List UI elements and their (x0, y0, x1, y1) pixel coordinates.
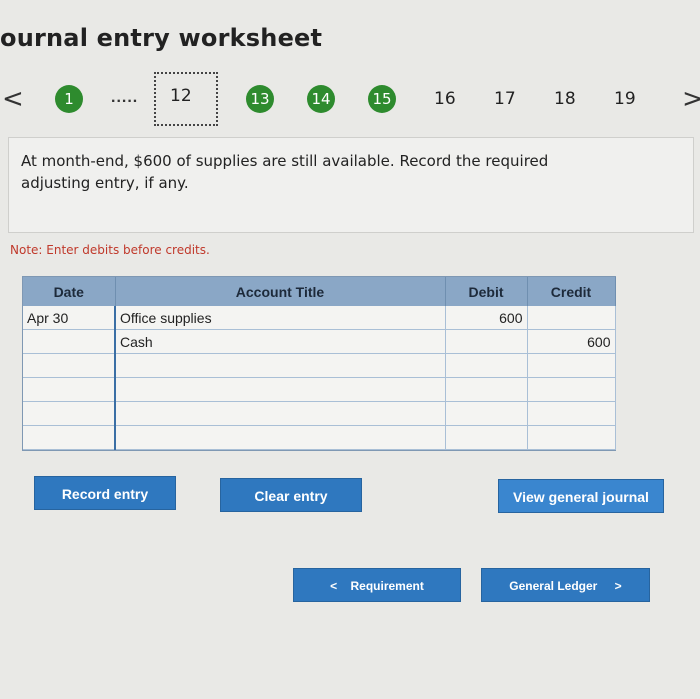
date-cell[interactable] (23, 353, 116, 378)
credit-cell[interactable]: 600 (527, 329, 616, 354)
date-cell[interactable] (23, 329, 116, 354)
account-title-cell[interactable]: Office supplies (114, 306, 446, 330)
chevron-left-icon: < (330, 579, 338, 593)
question-text: At month-end, $600 of supplies are still… (21, 152, 549, 192)
date-cell[interactable] (23, 425, 116, 450)
debit-cell[interactable]: 600 (445, 306, 528, 330)
requirement-label: Requirement (350, 579, 424, 593)
account-title-cell[interactable] (114, 377, 446, 402)
account-title-cell[interactable]: Cash (114, 329, 446, 354)
step-15-button[interactable]: 15 (368, 85, 396, 113)
step-16-button[interactable]: 16 (434, 89, 456, 109)
general-ledger-button[interactable]: General Ledger > (481, 568, 650, 602)
step-navigation: < 1 ..... 12 13 14 15 16 17 18 19 > (0, 72, 700, 132)
chevron-right-icon[interactable]: > (682, 86, 700, 112)
current-step-12[interactable]: 12 (154, 72, 218, 126)
step-19-button[interactable]: 19 (614, 89, 636, 109)
account-column-header: Account Title (115, 277, 446, 306)
table-row (23, 425, 616, 450)
debit-cell[interactable] (445, 353, 528, 378)
record-entry-button[interactable]: Record entry (34, 476, 176, 510)
view-general-journal-button[interactable]: View general journal (498, 479, 664, 513)
chevron-right-icon: > (614, 579, 622, 593)
step-14-button[interactable]: 14 (307, 85, 335, 113)
step-1-button[interactable]: 1 (55, 85, 83, 113)
date-cell[interactable]: Apr 30 (23, 306, 116, 330)
debit-cell[interactable] (445, 425, 528, 450)
step-17-button[interactable]: 17 (494, 89, 516, 109)
credit-cell[interactable] (527, 401, 616, 426)
more-steps-ellipsis: ..... (111, 89, 139, 106)
account-title-cell[interactable] (114, 425, 446, 450)
requirement-button[interactable]: < Requirement (293, 568, 461, 602)
table-row (23, 377, 616, 402)
account-title-cell[interactable] (114, 353, 446, 378)
entry-note: Note: Enter debits before credits. (10, 243, 210, 257)
table-row (23, 401, 616, 426)
table-row (23, 353, 616, 378)
table-row: Cash 600 (23, 329, 616, 354)
credit-cell[interactable] (527, 425, 616, 450)
credit-cell[interactable] (527, 306, 616, 330)
table-row: Apr 30 Office supplies 600 (23, 306, 616, 330)
credit-cell[interactable] (527, 353, 616, 378)
page: ournal entry worksheet < 1 ..... 12 13 1… (0, 0, 700, 699)
date-cell[interactable] (23, 377, 116, 402)
chevron-left-icon[interactable]: < (2, 86, 24, 112)
credit-cell[interactable] (527, 377, 616, 402)
debit-cell[interactable] (445, 401, 528, 426)
debit-cell[interactable] (445, 329, 528, 354)
page-title: ournal entry worksheet (0, 24, 323, 52)
journal-entry-table: Date Account Title Debit Credit Apr 30 O… (22, 276, 616, 451)
step-13-button[interactable]: 13 (246, 85, 274, 113)
debit-cell[interactable] (445, 377, 528, 402)
date-column-header: Date (23, 277, 116, 306)
current-step-label: 12 (170, 86, 192, 106)
question-panel: At month-end, $600 of supplies are still… (8, 137, 694, 233)
credit-column-header: Credit (527, 277, 616, 306)
step-18-button[interactable]: 18 (554, 89, 576, 109)
table-header-row: Date Account Title Debit Credit (23, 277, 616, 306)
account-title-cell[interactable] (114, 401, 446, 426)
debit-column-header: Debit (445, 277, 528, 306)
general-ledger-label: General Ledger (509, 579, 598, 593)
clear-entry-button[interactable]: Clear entry (220, 478, 362, 512)
date-cell[interactable] (23, 401, 116, 426)
